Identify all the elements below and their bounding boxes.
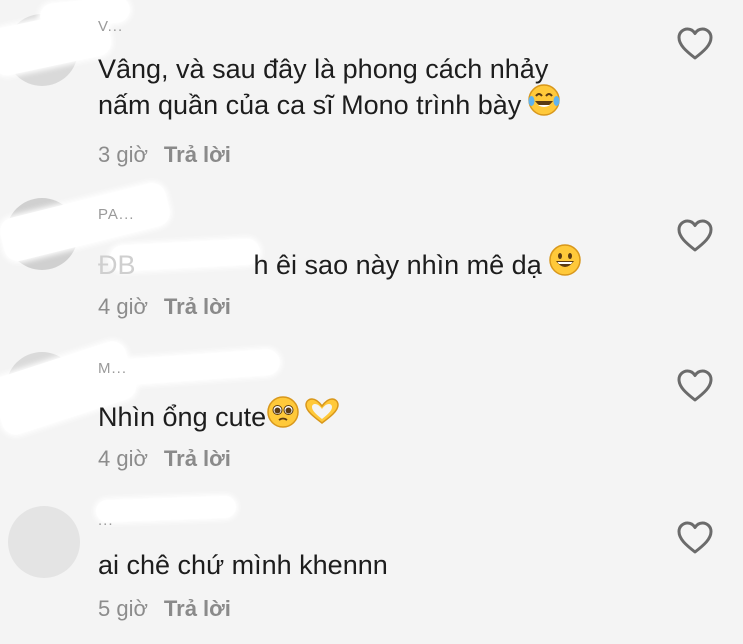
comment-username[interactable]: V... bbox=[98, 18, 123, 35]
comment-time: 4 giờ bbox=[98, 294, 148, 319]
comment-item: PA... ĐB h êi sao này nhìn mê dạ 4 giờ Trả… bbox=[0, 180, 743, 330]
like-heart-icon[interactable] bbox=[676, 218, 714, 254]
reply-button[interactable]: Trả lời bbox=[164, 446, 231, 471]
comment-text: Nhìn ổng cute bbox=[98, 395, 342, 440]
reply-button[interactable]: Trả lời bbox=[164, 142, 231, 167]
laughing-tears-emoji-icon bbox=[527, 83, 561, 125]
comment-meta: 3 giờ Trả lời bbox=[98, 142, 231, 168]
reply-button[interactable]: Trả lời bbox=[164, 294, 231, 319]
comment-meta: 4 giờ Trả lời bbox=[98, 294, 231, 320]
comment-text-line-1: Vâng, và sau đây là phong cách nhảy bbox=[98, 54, 549, 84]
comment-time: 3 giờ bbox=[98, 142, 148, 167]
comment-text-line-1: Nhìn ổng cute bbox=[98, 402, 267, 433]
comment-meta: 5 giờ Trả lời bbox=[98, 596, 231, 622]
redaction-mark bbox=[95, 495, 237, 523]
comment-text-line-1: ai chê chứ mình khennn bbox=[98, 550, 388, 580]
comment-text: ĐB h êi sao này nhìn mê dạ bbox=[98, 243, 582, 288]
comment-item: M... Nhìn ổng cute 4 giờ Trả lời bbox=[0, 330, 743, 490]
comment-username[interactable]: PA... bbox=[98, 206, 134, 223]
comment-text: Vâng, và sau đây là phong cách nhảy nấm … bbox=[98, 52, 561, 128]
comment-item: V... Vâng, và sau đây là phong cách nhảy… bbox=[0, 0, 743, 180]
grinning-face-emoji-icon bbox=[548, 243, 582, 285]
comment-text: ai chê chứ mình khennn bbox=[98, 548, 388, 582]
heart-hands-emoji-icon bbox=[302, 397, 342, 435]
comment-item: ... ai chê chứ mình khennn 5 giờ Trả lời bbox=[0, 490, 743, 644]
comment-text-prefix: ĐB bbox=[98, 250, 136, 281]
comment-time: 5 giờ bbox=[98, 596, 148, 621]
comment-username[interactable]: ... bbox=[98, 512, 114, 529]
reply-button[interactable]: Trả lời bbox=[164, 596, 231, 621]
redaction-mark bbox=[119, 348, 281, 386]
comment-username[interactable]: M... bbox=[98, 360, 127, 377]
comment-meta: 4 giờ Trả lời bbox=[98, 446, 231, 472]
comment-time: 4 giờ bbox=[98, 446, 148, 471]
comment-text-line-2: nấm quần của ca sĩ Mono trình bày bbox=[98, 90, 522, 121]
like-heart-icon[interactable] bbox=[676, 368, 714, 404]
avatar[interactable] bbox=[8, 506, 80, 578]
like-heart-icon[interactable] bbox=[676, 520, 714, 556]
like-heart-icon[interactable] bbox=[676, 26, 714, 62]
pleading-face-emoji-icon bbox=[266, 395, 300, 437]
comment-text-line-1: h êi sao này nhìn mê dạ bbox=[253, 250, 542, 281]
